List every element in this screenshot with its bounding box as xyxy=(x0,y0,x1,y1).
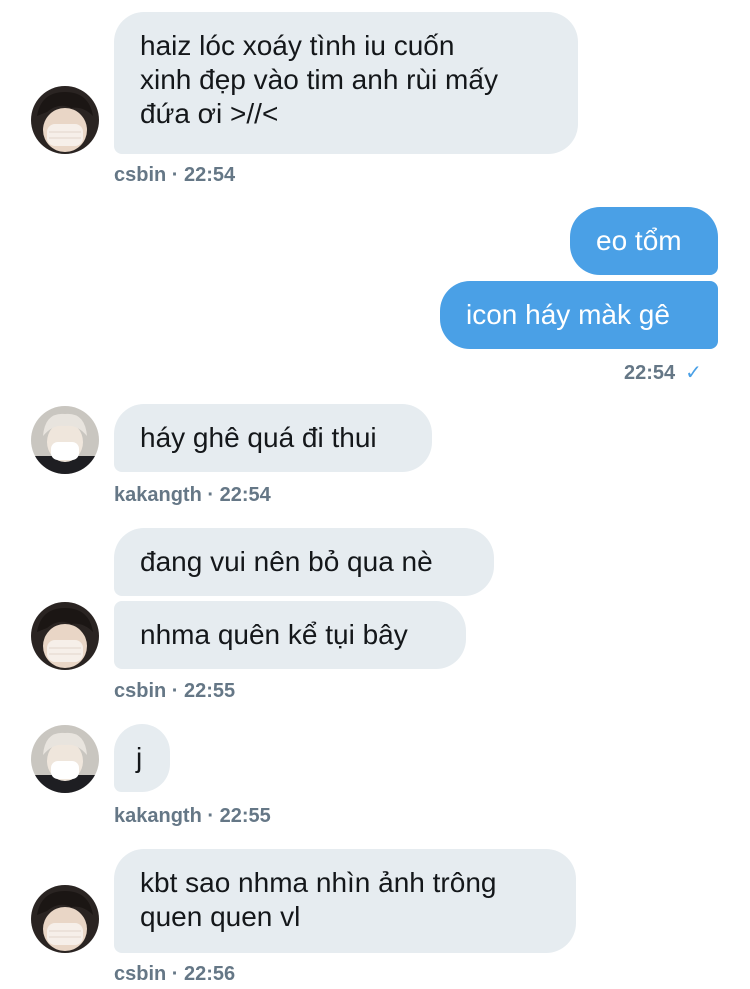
avatar-kakangth[interactable] xyxy=(31,725,99,793)
avatar-csbin[interactable] xyxy=(31,602,99,670)
message-bubble-received[interactable]: háy ghê quá đi thui xyxy=(114,404,432,472)
message-bubble-sent[interactable]: icon háy màk gê xyxy=(440,281,718,349)
message-meta: kakangth · 22:54 xyxy=(114,484,271,506)
message-bubble-received[interactable]: đang vui nên bỏ qua nè xyxy=(114,528,494,596)
message-meta: kakangth · 22:55 xyxy=(114,805,271,827)
message-bubble-received[interactable]: kbt sao nhma nhìn ảnh trông quen quen vl xyxy=(114,849,576,953)
avatar-csbin[interactable] xyxy=(31,86,99,154)
avatar-kakangth[interactable] xyxy=(31,406,99,474)
message-bubble-sent[interactable]: eo tổm xyxy=(570,207,718,275)
message-bubble-received[interactable]: nhma quên kể tụi bây xyxy=(114,601,466,669)
message-meta: csbin · 22:56 xyxy=(114,963,236,985)
timestamp: 22:54 xyxy=(624,362,676,384)
message-meta: csbin · 22:54 xyxy=(114,164,236,186)
message-meta-sent: 22:54 ✓ xyxy=(624,360,702,385)
message-bubble-received[interactable]: haiz lóc xoáy tình iu cuốn xinh đẹp vào … xyxy=(114,12,578,154)
avatar-csbin[interactable] xyxy=(31,885,99,953)
check-icon: ✓ xyxy=(685,362,702,384)
message-bubble-received[interactable]: j xyxy=(114,724,170,792)
message-meta: csbin · 22:55 xyxy=(114,680,236,702)
